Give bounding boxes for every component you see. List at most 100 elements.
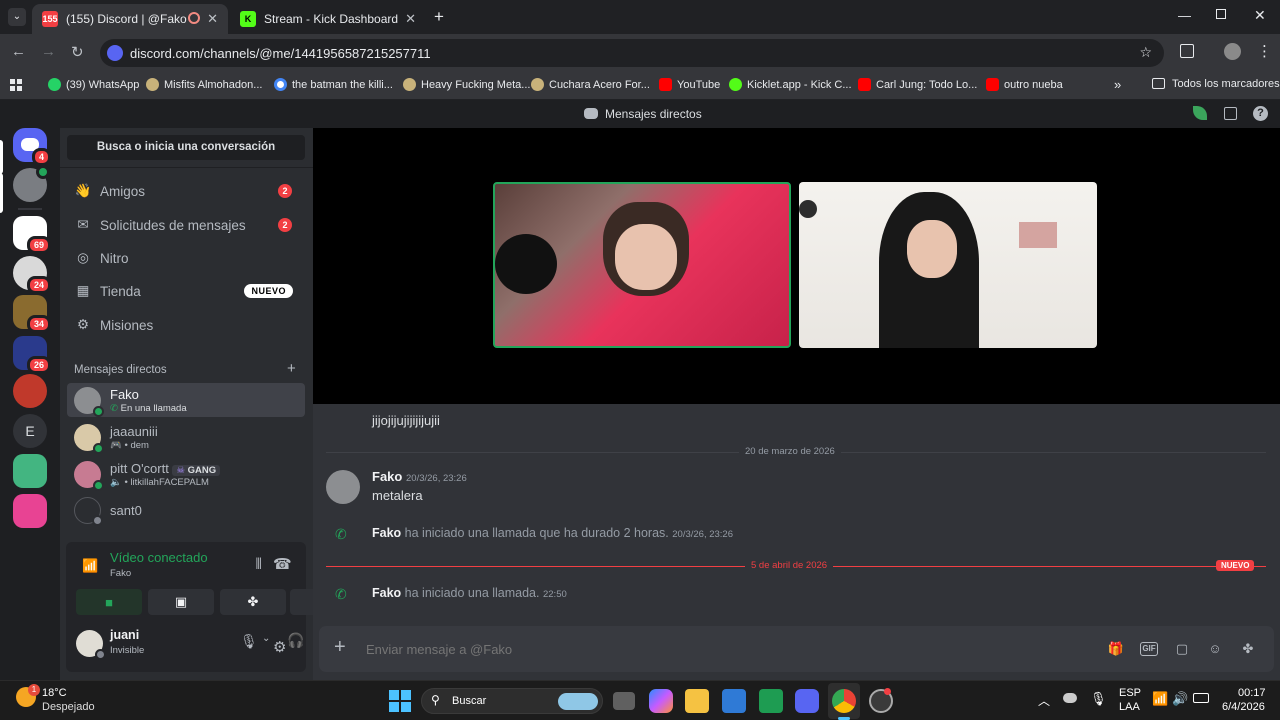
battery-icon[interactable] <box>1193 693 1209 703</box>
task-view-icon[interactable] <box>613 692 635 710</box>
apps-icon[interactable]: ✤ <box>1239 640 1257 658</box>
close-tab-icon[interactable]: ✕ <box>207 11 218 27</box>
sticker-icon[interactable]: ▢ <box>1173 640 1191 658</box>
search-conversation-button[interactable]: Busca o inicia una conversación <box>67 135 305 160</box>
apps-icon[interactable] <box>10 79 22 91</box>
menu-icon[interactable]: ⋮ <box>1257 42 1272 60</box>
screen-share-button[interactable]: ▣ <box>148 589 214 615</box>
nav-message-requests[interactable]: ✉ Solicitudes de mensajes 2 <box>68 210 306 240</box>
server-icon[interactable] <box>13 454 47 488</box>
camera-button[interactable]: ■ <box>76 589 142 615</box>
forward-icon[interactable]: → <box>41 43 56 60</box>
copilot-icon[interactable] <box>649 689 673 713</box>
close-tab-icon[interactable]: ✕ <box>405 11 416 27</box>
video-tile-fako[interactable] <box>493 182 791 348</box>
language-layout[interactable]: LAA <box>1119 701 1140 713</box>
help-icon[interactable]: ? <box>1253 106 1268 121</box>
settings-gear-icon[interactable]: ⚙ <box>273 638 286 656</box>
discord-taskbar-icon[interactable] <box>795 689 819 713</box>
bookmark-item[interactable]: Carl Jung: Todo Lo... <box>858 78 977 91</box>
word-icon[interactable] <box>722 689 746 713</box>
maximize-button[interactable] <box>1216 9 1226 19</box>
inbox-icon[interactable] <box>1224 107 1237 120</box>
excel-icon[interactable] <box>759 689 783 713</box>
bookmark-item[interactable]: Misfits Almohadon... <box>146 78 262 91</box>
headphones-icon[interactable]: 🎧 <box>287 632 304 649</box>
microphone-icon[interactable]: 🎙 <box>240 633 258 650</box>
home-button[interactable]: 4 <box>13 128 51 166</box>
clock-time[interactable]: 00:17 <box>1238 687 1266 699</box>
kick-favicon: K <box>240 11 256 27</box>
bookmarks-bar: (39) WhatsApp Misfits Almohadon... the b… <box>0 72 1280 100</box>
new-tab-button[interactable]: + <box>434 7 444 27</box>
noise-suppression-icon[interactable]: ⦀ <box>255 556 262 573</box>
tab-kick[interactable]: K Stream - Kick Dashboard ✕ <box>230 4 426 34</box>
volume-icon[interactable]: 🔊 <box>1172 691 1188 707</box>
bookmark-item[interactable]: Kicklet.app - Kick C... <box>729 78 852 91</box>
url-bar[interactable]: discord.com/channels/@me/144195658721525… <box>100 39 1164 67</box>
extensions-icon[interactable] <box>1180 44 1194 58</box>
chrome-taskbar-icon[interactable] <box>832 689 856 713</box>
tab-search-button[interactable]: ⌄ <box>8 8 26 26</box>
activities-button[interactable]: ✤ <box>220 589 286 615</box>
server-icon[interactable]: 24 <box>13 256 51 294</box>
close-window-button[interactable]: ✕ <box>1254 7 1266 24</box>
nav-nitro[interactable]: ◎ Nitro <box>68 243 306 273</box>
dm-item-pitt[interactable]: pitt O'cortt ☠ GANG 🔈 • litkillahFACEPALM <box>67 457 305 491</box>
dm-item-jaaauniii[interactable]: jaaauniii 🎮 • dem <box>67 420 305 454</box>
server-icon[interactable]: 69 <box>13 216 51 254</box>
user-avatar[interactable] <box>76 630 106 660</box>
gift-icon[interactable]: 🎁 <box>1107 640 1125 658</box>
clock-date[interactable]: 6/4/2026 <box>1222 701 1265 713</box>
bookmark-item[interactable]: Cuchara Acero For... <box>531 78 650 91</box>
add-attachment-icon[interactable]: + <box>334 636 346 659</box>
bookmark-item[interactable]: (39) WhatsApp <box>48 78 139 91</box>
game-icon: 🎮 <box>110 439 122 451</box>
profile-avatar[interactable] <box>1224 43 1241 60</box>
youtube-icon <box>659 78 672 91</box>
bookmark-item[interactable]: the batman the killi... <box>274 78 393 91</box>
bookmark-item[interactable]: Heavy Fucking Meta... <box>403 78 530 91</box>
taskbar-search[interactable]: ⚲ Buscar <box>421 688 603 714</box>
back-icon[interactable]: ← <box>11 43 26 60</box>
dm-avatar-fako[interactable] <box>13 165 50 202</box>
chevron-down-icon[interactable]: ⌄ <box>262 633 270 644</box>
message-input[interactable] <box>366 638 1046 660</box>
tab-discord[interactable]: 155 (155) Discord | @Fako ✕ <box>32 4 228 34</box>
more-bookmarks-icon[interactable]: » <box>1114 77 1121 92</box>
cloud-icon[interactable] <box>1063 693 1077 703</box>
chevron-up-icon[interactable]: ︿ <box>1038 692 1050 709</box>
disconnect-icon[interactable]: ☎ <box>273 555 292 573</box>
avatar <box>74 386 104 417</box>
dm-item-fako[interactable]: Fako ✆ En una llamada <box>67 383 305 417</box>
server-icon[interactable]: 26 <box>13 336 51 374</box>
windows-start-icon[interactable] <box>388 689 412 713</box>
server-icon[interactable] <box>13 374 47 408</box>
server-icon[interactable]: 34 <box>13 295 51 333</box>
microphone-icon[interactable]: 🎙 <box>1090 691 1107 707</box>
file-explorer-icon[interactable] <box>685 689 709 713</box>
nav-quests[interactable]: ⚙ Misiones <box>68 310 306 340</box>
message-author[interactable]: Fako <box>372 469 402 484</box>
server-icon[interactable] <box>13 494 47 528</box>
nav-friends[interactable]: 👋 Amigos 2 <box>68 176 306 206</box>
reload-icon[interactable]: ↻ <box>71 43 84 61</box>
bookmark-star-icon[interactable]: ☆ <box>1139 44 1152 61</box>
bookmark-item[interactable]: outro nueba <box>986 78 1063 91</box>
minimize-button[interactable]: — <box>1178 8 1191 23</box>
nav-shop[interactable]: ▦ Tienda NUEVO <box>68 276 306 306</box>
site-info-icon[interactable] <box>107 45 123 61</box>
nitro-leaf-icon[interactable] <box>1193 106 1207 120</box>
wifi-icon[interactable]: 📶 <box>1152 691 1168 707</box>
all-bookmarks-folder[interactable]: Todos los marcadores <box>1152 78 1280 90</box>
gif-icon[interactable]: GIF <box>1140 642 1158 656</box>
video-tile-juani[interactable] <box>799 182 1097 348</box>
create-dm-button[interactable]: + <box>287 360 296 377</box>
language-code[interactable]: ESP <box>1119 687 1141 699</box>
bookmark-item[interactable]: YouTube <box>659 78 720 91</box>
poster-decoration <box>1019 222 1057 248</box>
server-icon[interactable]: E <box>13 414 47 448</box>
message-avatar[interactable] <box>326 470 360 504</box>
emoji-icon[interactable]: ☺ <box>1206 640 1224 658</box>
dm-item-sant0[interactable]: sant0 <box>67 493 305 527</box>
